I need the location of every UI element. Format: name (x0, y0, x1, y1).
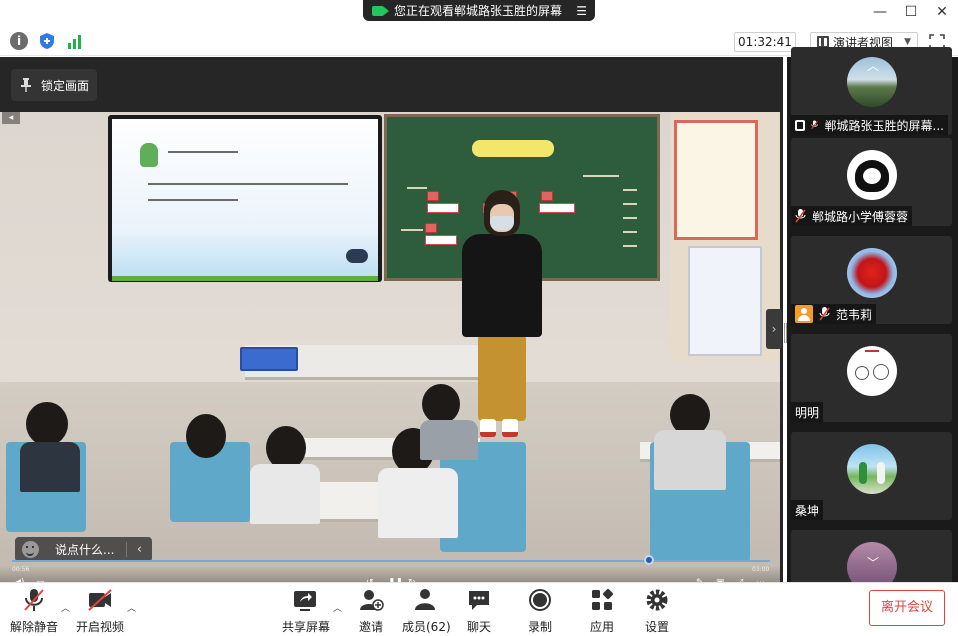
share-banner-title: 您正在观看郸城路张玉胜的屏幕 (394, 4, 563, 18)
comment-input[interactable]: 说点什么... ‹ (15, 537, 152, 562)
chevron-up-icon[interactable]: ︿ (867, 57, 879, 74)
apps-label: 应用 (589, 620, 614, 634)
mic-off-icon (811, 120, 819, 130)
shared-screen-stage: 锁定画面 ◂ ‹ 说点什么... ‹ 00:56 03:00 › (0, 57, 783, 605)
mic-off-icon (819, 307, 830, 321)
video-prev-arrow-icon[interactable]: ‹ (4, 376, 10, 392)
chevron-down-icon[interactable]: ﹀ (867, 554, 879, 571)
start-video-button[interactable]: 开启视频 (76, 587, 124, 635)
collapse-comment-button[interactable]: ‹ (126, 542, 152, 557)
next-page-arrow-icon[interactable]: › (766, 309, 782, 349)
members-icon (415, 589, 435, 610)
share-screen-icon (795, 119, 806, 131)
maximize-button[interactable]: ☐ (897, 2, 925, 22)
chat-label: 聊天 (466, 620, 491, 634)
teacher (462, 234, 542, 337)
classroom-video[interactable]: ◂ ‹ 说点什么... ‹ 00:56 03:00 ◀) ▭ ↺ ❚❚ ↻ ✎ … (0, 112, 780, 605)
invite-label: 邀请 (358, 620, 383, 634)
minimize-button[interactable]: — (866, 2, 894, 22)
meeting-timer: 01:32:41 (734, 32, 796, 52)
mic-off-icon (795, 209, 806, 223)
unmute-button[interactable]: 解除静音 (10, 587, 58, 635)
chevron-down-icon: ▼ (904, 37, 911, 47)
wall-chart (688, 246, 762, 356)
video-off-icon (88, 589, 112, 611)
video-time-elapsed: 00:56 (12, 566, 30, 573)
smart-board-display (108, 115, 382, 282)
participant-tile[interactable]: ︿ 郸城路张玉胜的屏幕... (791, 47, 952, 135)
record-button[interactable]: 录制 (525, 587, 555, 635)
info-icon[interactable]: i (10, 32, 28, 50)
members-label: 成员(62) (402, 620, 451, 634)
video-time-total: 03:00 (752, 566, 770, 573)
blue-basket (240, 347, 298, 371)
avatar (847, 150, 897, 200)
bottom-control-bar: 解除静音 ︿ 开启视频 ︿ 共享屏幕 ︿ 邀请 成员(62) 聊天 录制 应用 … (0, 582, 958, 636)
host-icon (795, 305, 813, 323)
chat-button[interactable]: 聊天 (464, 587, 494, 635)
participant-name: 郸城路张玉胜的屏幕... (824, 118, 944, 133)
comment-placeholder: 说点什么... (55, 543, 115, 557)
share-screen-icon (294, 591, 316, 611)
participant-tile[interactable]: 范韦莉 (791, 236, 952, 324)
cartoon-mascot-icon (140, 143, 158, 167)
participants-panel: ︿ 郸城路张玉胜的屏幕... 郸城路小学傅蓉蓉 范韦莉 明明 桑坤 ﹀ (787, 47, 958, 618)
avatar (847, 444, 897, 494)
invite-button[interactable]: 邀请 (356, 587, 386, 635)
participant-tile[interactable]: 郸城路小学傅蓉蓉 (791, 138, 952, 226)
members-button[interactable]: 成员(62) (402, 587, 451, 635)
wall-poster (674, 120, 758, 240)
close-button[interactable]: ✕ (928, 2, 956, 22)
participant-tile[interactable]: 明明 (791, 334, 952, 422)
pin-icon (21, 78, 31, 92)
shield-icon[interactable] (38, 32, 56, 50)
share-screen-label: 共享屏幕 (282, 620, 331, 634)
participant-name: 桑坤 (795, 503, 820, 518)
video-progress-handle[interactable] (643, 555, 654, 565)
list-menu-icon[interactable]: ☰ (576, 4, 587, 18)
meeting-window: 您正在观看郸城路张玉胜的屏幕 ☰ — ☐ ✕ i 01:32:41 演讲者视图 … (0, 0, 958, 636)
emoji-icon[interactable] (22, 541, 39, 558)
share-options-chevron-icon[interactable]: ︿ (333, 601, 342, 614)
video-options-chevron-icon[interactable]: ︿ (127, 601, 136, 614)
settings-label: 设置 (644, 620, 669, 634)
record-label: 录制 (527, 620, 552, 634)
share-banner[interactable]: 您正在观看郸城路张玉胜的屏幕 ☰ (363, 0, 595, 21)
audio-options-chevron-icon[interactable]: ︿ (61, 601, 70, 614)
participant-tile[interactable]: 桑坤 (791, 432, 952, 520)
avatar (847, 346, 897, 396)
title-bar: 您正在观看郸城路张玉胜的屏幕 ☰ — ☐ ✕ (0, 0, 958, 24)
video-back-button[interactable]: ◂ (2, 112, 20, 124)
leave-meeting-button[interactable]: 离开会议 (869, 590, 945, 626)
start-video-label: 开启视频 (76, 620, 125, 634)
unmute-label: 解除静音 (10, 620, 59, 634)
screen-share-icon (372, 5, 389, 16)
mic-off-icon (24, 589, 44, 611)
participant-name: 郸城路小学傅蓉蓉 (812, 209, 909, 224)
video-progress-bar[interactable] (12, 560, 770, 562)
gear-icon (646, 589, 668, 611)
participant-name: 范韦莉 (836, 307, 873, 322)
apps-grid-icon (592, 588, 614, 610)
signal-strength-icon[interactable] (66, 32, 84, 50)
record-icon (529, 589, 551, 611)
audio-button-icon (346, 249, 368, 263)
add-user-icon (360, 590, 384, 611)
participant-name: 明明 (795, 405, 820, 420)
share-screen-button[interactable]: 共享屏幕 (282, 587, 331, 635)
apps-button[interactable]: 应用 (587, 587, 617, 635)
chat-icon (469, 591, 489, 610)
lock-view-label: 锁定画面 (41, 78, 90, 93)
avatar (847, 248, 897, 298)
lock-view-button[interactable]: 锁定画面 (11, 69, 97, 101)
settings-button[interactable]: 设置 (642, 587, 672, 635)
